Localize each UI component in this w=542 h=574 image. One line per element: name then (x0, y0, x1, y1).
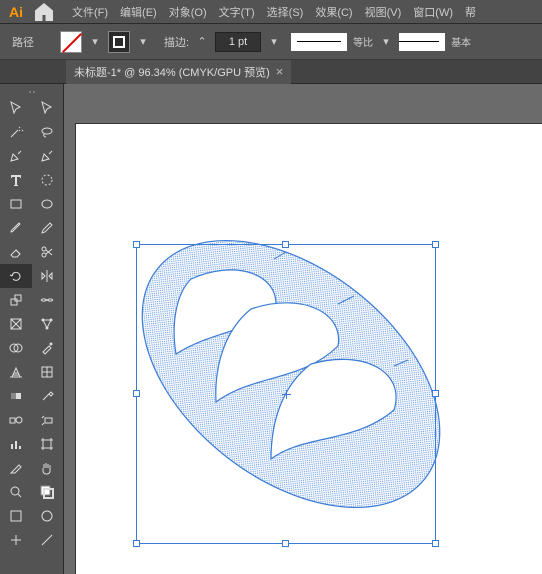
handle-mr[interactable] (432, 390, 439, 397)
curvature-tool[interactable] (32, 144, 64, 168)
menu-effect[interactable]: 效果(C) (309, 2, 358, 22)
workspace (0, 84, 542, 574)
rectangle-tool[interactable] (0, 192, 32, 216)
stroke-weight-down[interactable]: ⌃ (195, 31, 209, 53)
paintbrush-tool[interactable] (0, 216, 32, 240)
selection-tool[interactable] (0, 96, 32, 120)
profile-label: 等比 (353, 34, 373, 49)
hand-tool[interactable] (32, 456, 64, 480)
fill-swatch[interactable] (60, 31, 82, 53)
magic-wand-tool[interactable] (0, 120, 32, 144)
control-bar: 路径 ▾ ▾ 描边: ⌃ 1 pt ▾ 等比 ▾ 基本 (0, 24, 542, 60)
line-tool[interactable] (32, 168, 64, 192)
zoom-tool[interactable] (0, 480, 32, 504)
artboard-tool[interactable] (32, 432, 64, 456)
var-width-profile[interactable] (291, 33, 347, 51)
menu-edit[interactable]: 编辑(E) (114, 2, 163, 22)
width-tool[interactable] (32, 288, 64, 312)
blend-tool[interactable] (0, 408, 32, 432)
profile-dropdown[interactable]: ▾ (379, 31, 393, 53)
home-button[interactable] (32, 0, 56, 24)
toolbox-handle[interactable] (0, 88, 63, 96)
mesh-tool[interactable] (32, 360, 64, 384)
free-transform-tool[interactable] (0, 312, 32, 336)
pencil-tool[interactable] (32, 216, 64, 240)
handle-tr[interactable] (432, 241, 439, 248)
tab-title: 未标题-1* @ 96.34% (CMYK/GPU 预览) (74, 64, 270, 80)
tool-extra2[interactable] (32, 504, 64, 528)
tool-extra1[interactable] (0, 504, 32, 528)
center-crosshair[interactable] (282, 390, 291, 399)
tool-extra3[interactable] (0, 528, 32, 552)
stroke-weight-input[interactable]: 1 pt (215, 32, 261, 52)
stroke-weight-dropdown[interactable]: ▾ (267, 31, 281, 53)
handle-tl[interactable] (133, 241, 140, 248)
stroke-label: 描边: (164, 34, 189, 50)
menu-help[interactable]: 帮 (459, 2, 482, 22)
reflect-tool[interactable] (32, 264, 64, 288)
type-tool[interactable] (0, 168, 32, 192)
selection-type-label: 路径 (12, 34, 34, 50)
tab-close-button[interactable]: × (276, 65, 284, 78)
lasso-tool[interactable] (32, 120, 64, 144)
scissors-tool[interactable] (32, 240, 64, 264)
menubar: Ai 文件(F) 编辑(E) 对象(O) 文字(T) 选择(S) 效果(C) 视… (0, 0, 542, 24)
rotate-tool[interactable] (0, 264, 32, 288)
perspective-grid-tool[interactable] (0, 360, 32, 384)
column-graph-tool[interactable] (0, 432, 32, 456)
handle-bl[interactable] (133, 540, 140, 547)
scale-tool[interactable] (0, 288, 32, 312)
eyedropper-tool[interactable] (32, 384, 64, 408)
eraser-tool[interactable] (0, 240, 32, 264)
stroke-swatch[interactable] (108, 31, 130, 53)
gradient-tool[interactable] (0, 384, 32, 408)
stroke-dropdown[interactable]: ▾ (136, 31, 150, 53)
menu-type[interactable]: 文字(T) (213, 2, 261, 22)
symbol-sprayer-tool[interactable] (32, 408, 64, 432)
handle-tm[interactable] (282, 241, 289, 248)
menu-file[interactable]: 文件(F) (66, 2, 114, 22)
slice-tool[interactable] (0, 456, 32, 480)
basic-label: 基本 (451, 34, 471, 49)
shape-builder-tool[interactable] (0, 336, 32, 360)
handle-ml[interactable] (133, 390, 140, 397)
canvas[interactable] (64, 84, 542, 574)
ellipse-tool[interactable] (32, 192, 64, 216)
artboard[interactable] (76, 124, 542, 574)
pen-tool[interactable] (0, 144, 32, 168)
puppet-warp-tool[interactable] (32, 312, 64, 336)
toolbox (0, 84, 64, 574)
menu-object[interactable]: 对象(O) (163, 2, 213, 22)
fill-dropdown[interactable]: ▾ (88, 31, 102, 53)
document-tabbar: 未标题-1* @ 96.34% (CMYK/GPU 预览) × (0, 60, 542, 84)
menu-window[interactable]: 窗口(W) (407, 2, 459, 22)
direct-selection-tool[interactable] (32, 96, 64, 120)
fill-stroke-tool[interactable] (32, 480, 64, 504)
live-paint-tool[interactable] (32, 336, 64, 360)
handle-bm[interactable] (282, 540, 289, 547)
document-tab[interactable]: 未标题-1* @ 96.34% (CMYK/GPU 预览) × (66, 60, 291, 84)
selection-bbox[interactable] (136, 244, 436, 544)
menu-items: 文件(F) 编辑(E) 对象(O) 文字(T) 选择(S) 效果(C) 视图(V… (66, 2, 482, 22)
handle-br[interactable] (432, 540, 439, 547)
app-logo: Ai (4, 0, 28, 24)
menu-view[interactable]: 视图(V) (359, 2, 408, 22)
menu-select[interactable]: 选择(S) (261, 2, 310, 22)
brush-def[interactable] (399, 33, 445, 51)
home-icon (32, 0, 56, 24)
tool-extra4[interactable] (32, 528, 64, 552)
